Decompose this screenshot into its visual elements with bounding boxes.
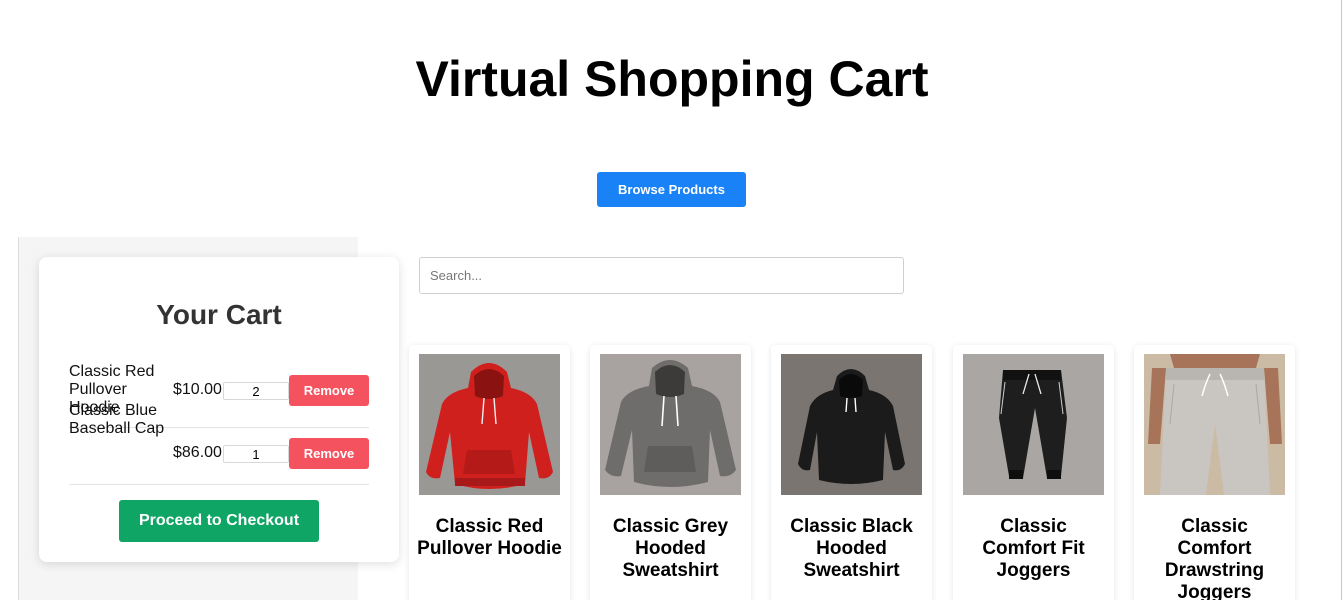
red-hoodie-image[interactable] <box>419 354 560 495</box>
product-card[interactable]: Classic Comfort Drawstring Joggers <box>1134 345 1295 600</box>
remove-button[interactable]: Remove <box>289 438 369 469</box>
cart-panel: Your Cart Classic Red Pullover Hoodie $1… <box>39 257 399 562</box>
grey-joggers-image[interactable] <box>1144 354 1285 495</box>
black-hoodie-image[interactable] <box>781 354 922 495</box>
cart-item-price: $86.00 <box>173 444 222 461</box>
page-title: Virtual Shopping Cart <box>415 51 929 107</box>
quantity-input[interactable] <box>223 382 289 400</box>
product-name: Classic Comfort Fit Joggers <box>982 516 1085 581</box>
browse-products-button[interactable]: Browse Products <box>597 172 746 207</box>
product-card[interactable]: Classic Grey Hooded Sweatshirt <box>590 345 751 600</box>
product-name: Classic Comfort Drawstring Joggers <box>1164 516 1265 600</box>
product-name: Classic Black Hooded Sweatshirt <box>790 516 913 581</box>
checkout-button[interactable]: Proceed to Checkout <box>119 500 319 542</box>
quantity-input[interactable] <box>223 445 289 463</box>
product-card[interactable]: Classic Comfort Fit Joggers <box>953 345 1114 600</box>
product-name: Classic Red Pullover Hoodie <box>417 516 562 559</box>
cart-item-name: Classic Blue Baseball Cap <box>69 402 165 437</box>
cart-title: Your Cart <box>156 299 282 330</box>
product-card[interactable]: Classic Black Hooded Sweatshirt <box>771 345 932 600</box>
search-input[interactable] <box>419 257 904 294</box>
page: Virtual Shopping Cart Browse Products Yo… <box>0 0 1344 600</box>
cart-item: Classic Blue Baseball Cap $86.00 Remove <box>69 402 369 485</box>
remove-button[interactable]: Remove <box>289 375 369 406</box>
cart-item-price: $10.00 <box>173 381 222 398</box>
product-card[interactable]: Classic Red Pullover Hoodie <box>409 345 570 600</box>
black-joggers-image[interactable] <box>963 354 1104 495</box>
grey-hoodie-image[interactable] <box>600 354 741 495</box>
product-name: Classic Grey Hooded Sweatshirt <box>612 516 729 581</box>
